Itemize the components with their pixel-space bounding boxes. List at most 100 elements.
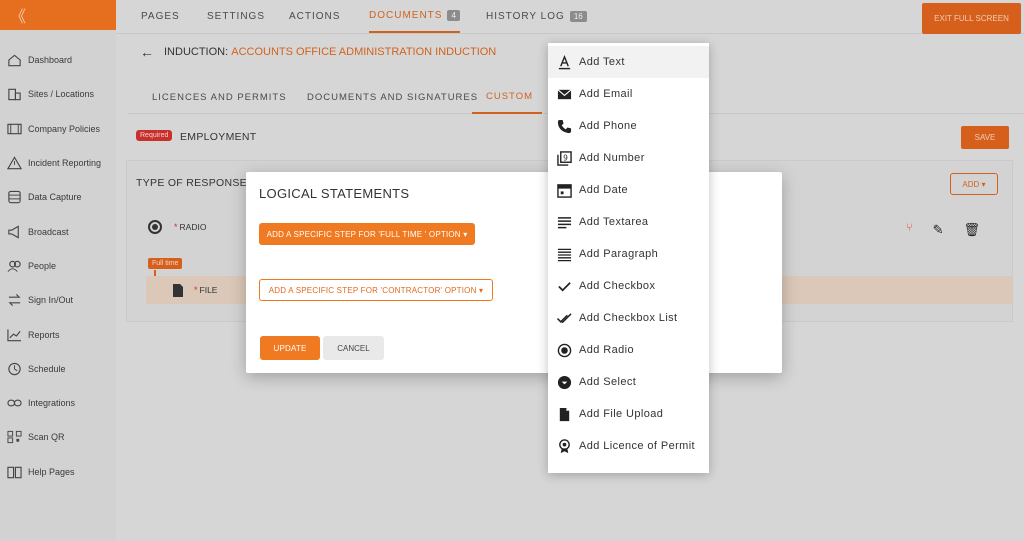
sidebar-item-label: Broadcast xyxy=(28,226,69,237)
database-icon xyxy=(6,190,22,204)
sidebar-item-integrations[interactable]: Integrations xyxy=(0,386,116,420)
full-time-option-button[interactable]: ADD A SPECIFIC STEP FOR 'FULL TIME ' OPT… xyxy=(259,223,475,245)
radio-icon xyxy=(556,342,572,358)
home-icon xyxy=(6,53,22,67)
tab-label: SETTINGS xyxy=(207,11,266,22)
building-icon xyxy=(6,87,22,101)
type-of-response-heading: TYPE OF RESPONSE xyxy=(136,177,247,189)
sidebar-item-incident[interactable]: Incident Reporting xyxy=(0,146,116,180)
chart-icon xyxy=(6,328,22,342)
book-icon xyxy=(6,122,22,136)
update-button[interactable]: UPDATE xyxy=(260,336,320,360)
menu-item-add-date[interactable]: Add Date xyxy=(548,174,709,206)
sidebar: 《 Dashboard Sites / Locations Company Po… xyxy=(0,0,116,541)
add-field-menu: Add Text Add Email Add Phone 9 Add Numbe… xyxy=(548,43,709,473)
menu-item-add-textarea[interactable]: Add Textarea xyxy=(548,206,709,238)
tab-pages[interactable]: PAGES xyxy=(141,0,180,33)
menu-item-label: Add Email xyxy=(579,88,633,100)
contractor-option-button[interactable]: ADD A SPECIFIC STEP FOR 'CONTRACTOR' OPT… xyxy=(259,279,493,301)
sidebar-item-scan-qr[interactable]: Scan QR xyxy=(0,420,116,454)
menu-item-add-paragraph[interactable]: Add Paragraph xyxy=(548,238,709,270)
menu-item-label: Add Paragraph xyxy=(579,248,659,260)
sidebar-collapse-button[interactable]: 《 xyxy=(0,0,116,30)
link-icon xyxy=(6,396,22,410)
sidebar-item-help[interactable]: Help Pages xyxy=(0,455,116,489)
modal-title: LOGICAL STATEMENTS xyxy=(259,186,410,201)
sidebar-item-label: Integrations xyxy=(28,398,76,409)
check-icon xyxy=(556,278,572,294)
menu-item-add-licence[interactable]: Add Licence of Permit xyxy=(548,430,709,462)
sidebar-item-sites[interactable]: Sites / Locations xyxy=(0,77,116,111)
sidebar-item-broadcast[interactable]: Broadcast xyxy=(0,214,116,248)
count-badge: 4 xyxy=(447,10,460,21)
tab-actions[interactable]: ACTIONS xyxy=(289,0,340,33)
people-icon xyxy=(6,259,22,273)
tab-custom[interactable]: CUSTOM xyxy=(472,80,542,114)
sidebar-item-data-capture[interactable]: Data Capture xyxy=(0,180,116,214)
edit-pencil-icon[interactable]: ✎ xyxy=(933,222,944,238)
breadcrumb-prefix: INDUCTION: xyxy=(164,46,229,58)
swap-icon xyxy=(6,293,22,307)
menu-item-label: Add Select xyxy=(579,376,637,388)
row-actions: ⑂ ✎ 🗑 xyxy=(906,222,980,238)
menu-item-add-email[interactable]: Add Email xyxy=(548,78,709,110)
delete-trash-icon[interactable]: 🗑 xyxy=(964,222,981,238)
menu-item-label: Add File Upload xyxy=(579,408,664,420)
sidebar-item-dashboard[interactable]: Dashboard xyxy=(0,43,116,77)
radio-field-row[interactable]: * RADIO xyxy=(148,220,206,234)
file-icon xyxy=(556,406,572,422)
exit-full-screen-button[interactable]: EXIT FULL SCREEN xyxy=(922,3,1021,34)
sidebar-item-label: Dashboard xyxy=(28,55,73,66)
tab-licences-permits[interactable]: LICENCES AND PERMITS xyxy=(152,80,287,114)
breadcrumb: ← INDUCTION: ACCOUNTS OFFICE ADMINISTRAT… xyxy=(140,44,496,60)
select-icon xyxy=(556,374,572,390)
help-book-icon xyxy=(6,465,22,479)
double-check-icon xyxy=(556,310,572,326)
radio-icon xyxy=(148,220,162,234)
menu-item-add-text[interactable]: Add Text xyxy=(548,46,709,78)
back-arrow-icon[interactable]: ← xyxy=(140,44,154,60)
caret-down-icon: ▾ xyxy=(479,285,484,295)
email-icon xyxy=(556,86,572,102)
sidebar-item-label: Schedule xyxy=(28,363,66,374)
tab-documents[interactable]: DOCUMENTS 4 xyxy=(369,0,460,33)
tab-label: HISTORY LOG xyxy=(486,11,565,22)
menu-item-label: Add Number xyxy=(579,152,645,164)
branch-icon[interactable]: ⑂ xyxy=(906,222,913,238)
full-time-badge: Full time xyxy=(148,258,183,269)
tab-label: PAGES xyxy=(141,11,180,22)
save-button[interactable]: SAVE xyxy=(961,126,1009,149)
section-title: EMPLOYMENT xyxy=(180,131,257,143)
sidebar-item-label: Data Capture xyxy=(28,192,82,203)
warning-icon xyxy=(6,156,22,170)
menu-item-add-radio[interactable]: Add Radio xyxy=(548,334,709,366)
file-icon xyxy=(172,283,184,298)
breadcrumb-induction-name: ACCOUNTS OFFICE ADMINISTRATION INDUCTION xyxy=(231,46,497,58)
menu-item-add-checkbox[interactable]: Add Checkbox xyxy=(548,270,709,302)
menu-item-add-number[interactable]: 9 Add Number xyxy=(548,142,709,174)
add-dropdown-button[interactable]: ADD ▾ xyxy=(950,173,998,195)
required-asterisk: * xyxy=(174,222,178,232)
sidebar-item-sign-in-out[interactable]: Sign In/Out xyxy=(0,283,116,317)
sidebar-item-schedule[interactable]: Schedule xyxy=(0,352,116,386)
menu-item-label: Add Radio xyxy=(579,344,634,356)
tab-documents-signatures[interactable]: DOCUMENTS AND SIGNATURES xyxy=(307,80,478,114)
menu-item-label: Add Textarea xyxy=(579,216,649,228)
menu-item-add-phone[interactable]: Add Phone xyxy=(548,110,709,142)
tab-settings[interactable]: SETTINGS xyxy=(207,0,265,33)
cancel-button[interactable]: CANCEL xyxy=(323,336,384,360)
menu-item-add-file-upload[interactable]: Add File Upload xyxy=(548,398,709,430)
field-label: RADIO xyxy=(179,222,207,232)
svg-text:9: 9 xyxy=(563,153,568,162)
menu-item-add-select[interactable]: Add Select xyxy=(548,366,709,398)
sidebar-item-policies[interactable]: Company Policies xyxy=(0,112,116,146)
sidebar-item-people[interactable]: People xyxy=(0,249,116,283)
sidebar-item-label: Reports xyxy=(28,329,60,340)
clock-icon xyxy=(6,362,22,376)
tab-history-log[interactable]: HISTORY LOG 16 xyxy=(486,0,587,33)
sidebar-item-reports[interactable]: Reports xyxy=(0,317,116,351)
textarea-icon xyxy=(556,214,572,230)
calendar-icon xyxy=(556,182,572,198)
licence-icon xyxy=(556,438,572,454)
menu-item-add-checkbox-list[interactable]: Add Checkbox List xyxy=(548,302,709,334)
